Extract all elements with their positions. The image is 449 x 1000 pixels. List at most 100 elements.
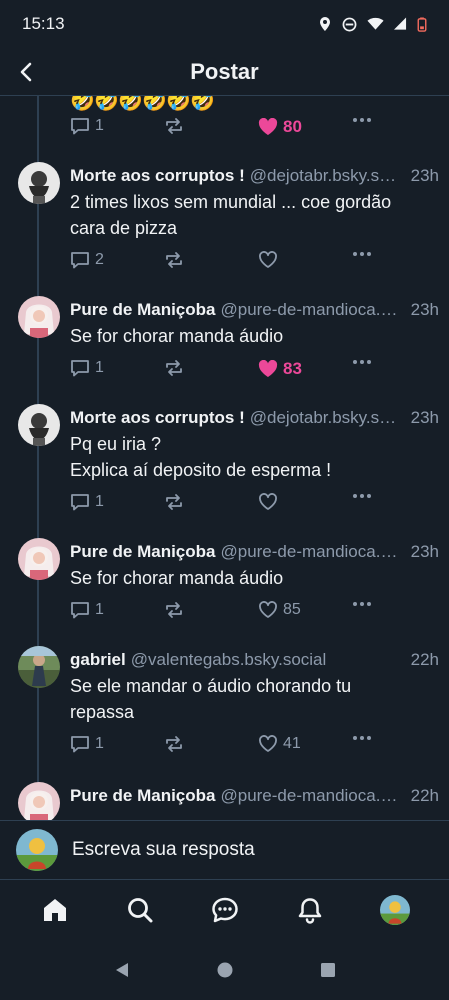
- avatar[interactable]: [18, 782, 60, 820]
- nav-profile[interactable]: [365, 885, 425, 935]
- like-count: 41: [283, 735, 301, 752]
- avatar[interactable]: [18, 162, 60, 204]
- author-handle[interactable]: @pure-de-mandioca.bsky.social: [220, 786, 404, 806]
- more-button[interactable]: [352, 117, 372, 123]
- like-count: 85: [283, 601, 301, 618]
- avatar[interactable]: [18, 538, 60, 580]
- reply-count: 1: [95, 601, 104, 618]
- reply-button[interactable]: 1: [70, 359, 104, 377]
- repost-arrows-icon: [166, 736, 182, 752]
- more-button[interactable]: [352, 359, 372, 365]
- my-avatar: [16, 829, 58, 871]
- reply-button[interactable]: 1: [70, 735, 104, 753]
- nav-chat[interactable]: [195, 885, 255, 935]
- battery-icon: [417, 16, 427, 32]
- nav-home[interactable]: [25, 885, 85, 935]
- more-button[interactable]: [352, 493, 372, 499]
- post-header: Pure de Maniçoba @pure-de-mandioca.bsky.…: [70, 542, 439, 562]
- system-recents-button[interactable]: [308, 950, 348, 990]
- speech-bubble-icon: [71, 360, 89, 377]
- repost-button[interactable]: [164, 359, 184, 377]
- post-time: 23h: [410, 408, 439, 427]
- post-text-line: Explica aí deposito de esperma !: [70, 460, 332, 480]
- repost-button[interactable]: [164, 117, 184, 135]
- post-actions: 1 85: [70, 601, 439, 625]
- like-button[interactable]: 83: [258, 359, 302, 379]
- author-handle[interactable]: @dejotabr.bsky.social: [250, 166, 405, 186]
- author-handle[interactable]: @dejotabr.bsky.social: [250, 408, 405, 428]
- ellipsis-icon: [353, 736, 371, 740]
- heart-icon: [259, 493, 277, 510]
- speech-bubble-icon: [71, 494, 89, 511]
- back-button[interactable]: [12, 58, 40, 86]
- post-header: gabriel @valentegabs.bsky.social 22h: [70, 650, 439, 670]
- bottom-nav: [0, 880, 449, 940]
- author-handle[interactable]: @pure-de-mandioca.bsky.social: [220, 300, 404, 320]
- status-bar: 15:13: [0, 0, 449, 48]
- system-nav: [0, 940, 449, 1000]
- post-text-line: Pq eu iria ?: [70, 434, 162, 454]
- location-icon: [320, 17, 330, 31]
- speech-bubble-icon: [71, 736, 89, 753]
- post-time: 22h: [410, 786, 439, 805]
- system-home-button[interactable]: [205, 950, 245, 990]
- system-back-button[interactable]: [102, 950, 142, 990]
- post-text-line: Se for chorar manda áudio: [70, 568, 284, 588]
- post-time: 23h: [410, 542, 439, 561]
- page-title: Postar: [190, 58, 259, 84]
- nav-search[interactable]: [110, 885, 170, 935]
- post-time: 22h: [410, 650, 439, 669]
- author-handle[interactable]: @valentegabs.bsky.social: [131, 650, 405, 670]
- repost-button[interactable]: [164, 251, 184, 269]
- reply-button[interactable]: 1: [70, 601, 104, 619]
- thread-line: [37, 96, 39, 820]
- like-button[interactable]: 85: [258, 601, 301, 619]
- author-name[interactable]: Pure de Maniçoba: [70, 542, 215, 562]
- like-button[interactable]: 80: [258, 117, 302, 137]
- post-header: Pure de Maniçoba @pure-de-mandioca.bsky.…: [70, 300, 439, 320]
- thread-feed[interactable]: 🤣🤣🤣🤣🤣🤣 1 80 Morte aos corruptos ! @dejot…: [0, 96, 449, 820]
- like-count: 83: [283, 359, 302, 378]
- reply-button[interactable]: 2: [70, 251, 104, 269]
- post-text: Pq eu iria ? Explica aí deposito de espe…: [70, 431, 439, 483]
- post-text: Se ele mandar o áudio chorando tu repass…: [70, 673, 439, 725]
- speech-bubble-icon: [71, 252, 89, 269]
- reply-button[interactable]: 1: [70, 117, 104, 135]
- avatar[interactable]: [18, 404, 60, 446]
- post-actions: 1 83: [70, 359, 439, 383]
- author-name[interactable]: Pure de Maniçoba: [70, 786, 215, 806]
- author-name[interactable]: Morte aos corruptos !: [70, 166, 245, 186]
- post-text-line: Se for chorar manda áudio: [70, 326, 284, 346]
- post-text-line: Se ele mandar o áudio chorando tu: [70, 676, 352, 696]
- repost-button[interactable]: [164, 493, 184, 511]
- author-handle[interactable]: @pure-de-mandioca.bsky.social: [220, 542, 404, 562]
- nav-notifications[interactable]: [280, 885, 340, 935]
- like-button[interactable]: 41: [258, 735, 301, 753]
- search-icon: [127, 898, 152, 923]
- author-name[interactable]: gabriel: [70, 650, 126, 670]
- more-button[interactable]: [352, 251, 372, 257]
- like-button[interactable]: [258, 251, 278, 269]
- reply-button[interactable]: 1: [70, 493, 104, 511]
- more-button[interactable]: [352, 735, 372, 741]
- post-actions: 2: [70, 251, 439, 275]
- post-actions: 1 41: [70, 735, 439, 759]
- composer-placeholder[interactable]: Escreva sua resposta: [72, 839, 255, 861]
- like-button[interactable]: [258, 493, 278, 511]
- avatar[interactable]: [18, 296, 60, 338]
- repost-button[interactable]: [164, 735, 184, 753]
- author-name[interactable]: Morte aos corruptos !: [70, 408, 245, 428]
- speech-bubble-icon: [71, 118, 89, 135]
- emoji: 🤣: [70, 96, 96, 112]
- post-text-line: cara de pizza: [70, 218, 178, 238]
- avatar[interactable]: [18, 646, 60, 688]
- reply-composer[interactable]: Escreva sua resposta: [0, 820, 449, 880]
- post-actions: 1: [70, 493, 439, 517]
- more-button[interactable]: [352, 601, 372, 607]
- emoji: 🤣: [142, 96, 168, 112]
- emoji: 🤣: [118, 96, 144, 112]
- author-name[interactable]: Pure de Maniçoba: [70, 300, 215, 320]
- square-recents-icon: [320, 963, 335, 977]
- chat-icon: [211, 897, 238, 923]
- repost-button[interactable]: [164, 601, 184, 619]
